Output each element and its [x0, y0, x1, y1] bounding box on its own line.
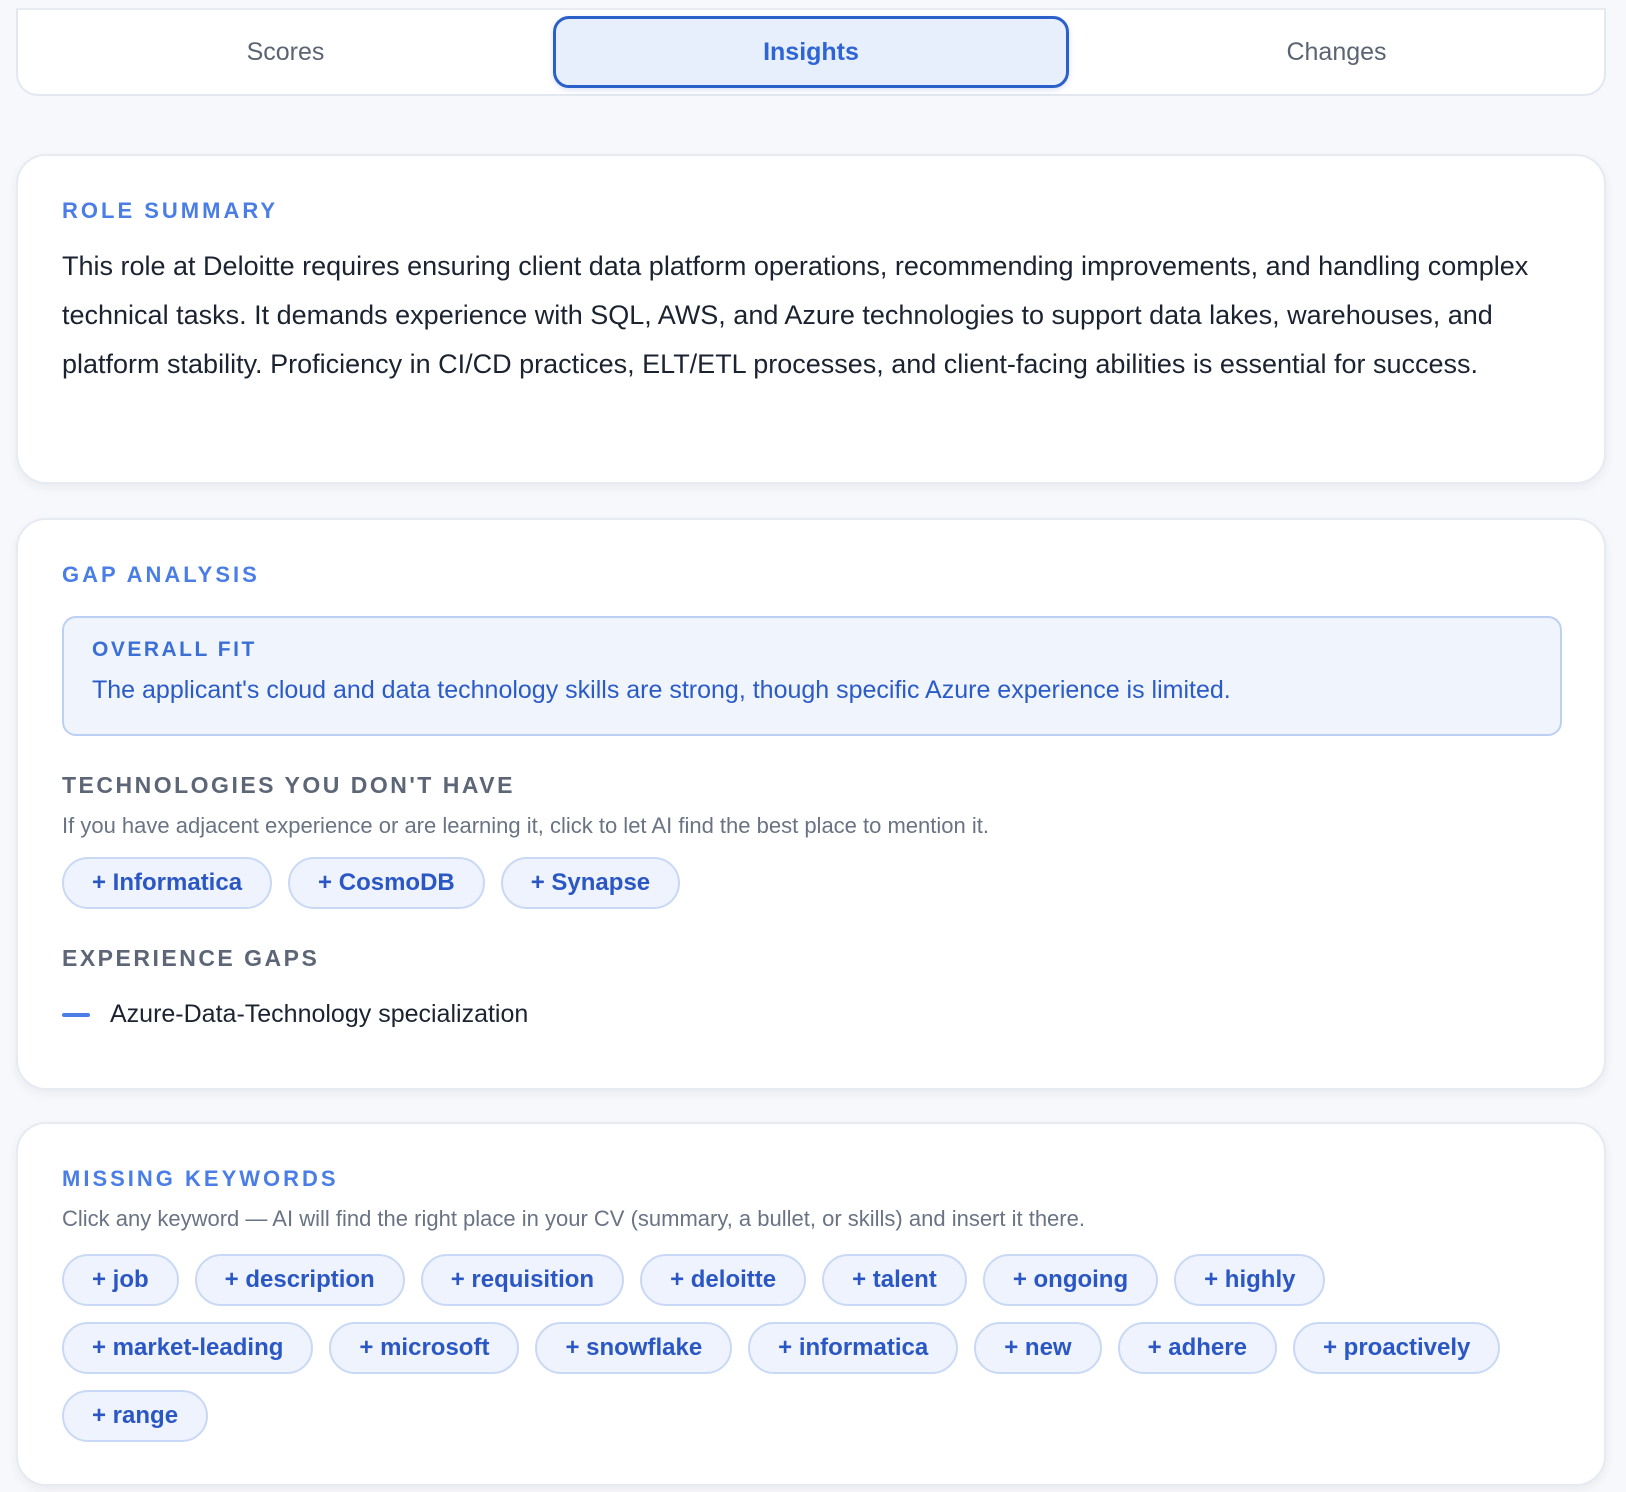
keyword-chip[interactable]: + microsoft [329, 1322, 520, 1374]
missing-keywords-title: MISSING KEYWORDS [62, 1166, 339, 1191]
tab-insights[interactable]: Insights [553, 16, 1069, 88]
experience-gap-text: Azure-Data-Technology specialization [110, 1000, 529, 1028]
missing-technologies-title: TECHNOLOGIES YOU DON'T HAVE [62, 772, 515, 798]
technology-chip[interactable]: + CosmoDB [288, 857, 485, 909]
technology-chips: + Informatica + CosmoDB + Synapse [62, 857, 1560, 909]
view-tabs: Scores Insights Changes [16, 8, 1606, 96]
keyword-chip[interactable]: + requisition [420, 1254, 625, 1306]
missing-keywords-card: MISSING KEYWORDS Click any keyword — AI … [16, 1122, 1606, 1486]
missing-technologies-description: If you have adjacent experience or are l… [62, 813, 989, 838]
experience-gaps-title: EXPERIENCE GAPS [62, 945, 320, 971]
keyword-chip[interactable]: + highly [1174, 1254, 1326, 1306]
experience-gap-item: Azure-Data-Technology specialization [62, 1000, 1560, 1029]
missing-keywords-description: Click any keyword — AI will find the rig… [62, 1206, 1085, 1231]
gap-analysis-card: GAP ANALYSIS OVERALL FIT The applicant's… [16, 518, 1606, 1090]
technology-chip[interactable]: + Informatica [62, 857, 273, 909]
keyword-chip[interactable]: + range [62, 1390, 209, 1442]
keyword-chip[interactable]: + adhere [1117, 1322, 1277, 1374]
tab-changes[interactable]: Changes [1069, 16, 1604, 88]
role-summary-title: ROLE SUMMARY [62, 198, 279, 223]
overall-fit-text: The applicant's cloud and data technolog… [92, 676, 1231, 704]
overall-fit-box: OVERALL FIT The applicant's cloud and da… [62, 616, 1562, 736]
technology-chip[interactable]: + Synapse [500, 857, 681, 909]
keyword-chip[interactable]: + proactively [1292, 1322, 1501, 1374]
keyword-chip[interactable]: + deloitte [640, 1254, 807, 1306]
keyword-chip[interactable]: + snowflake [535, 1322, 733, 1374]
role-summary-card: ROLE SUMMARY This role at Deloitte requi… [16, 154, 1606, 484]
gap-analysis-title: GAP ANALYSIS [62, 562, 260, 587]
tab-scores[interactable]: Scores [18, 16, 553, 88]
keyword-chip[interactable]: + ongoing [982, 1254, 1159, 1306]
keyword-chip[interactable]: + new [974, 1322, 1102, 1374]
insights-page: Scores Insights Changes ROLE SUMMARY Thi… [0, 0, 1626, 1492]
keyword-chip[interactable]: + talent [822, 1254, 967, 1306]
overall-fit-label: OVERALL FIT [92, 638, 257, 661]
role-summary-text: This role at Deloitte requires ensuring … [62, 251, 1529, 379]
keyword-chip[interactable]: + informatica [748, 1322, 959, 1374]
keyword-chip[interactable]: + market-leading [62, 1322, 314, 1374]
keyword-chip[interactable]: + job [62, 1254, 179, 1306]
keyword-chips: + job + description + requisition + delo… [62, 1254, 1562, 1442]
keyword-chip[interactable]: + description [194, 1254, 405, 1306]
dash-icon [62, 1012, 90, 1017]
